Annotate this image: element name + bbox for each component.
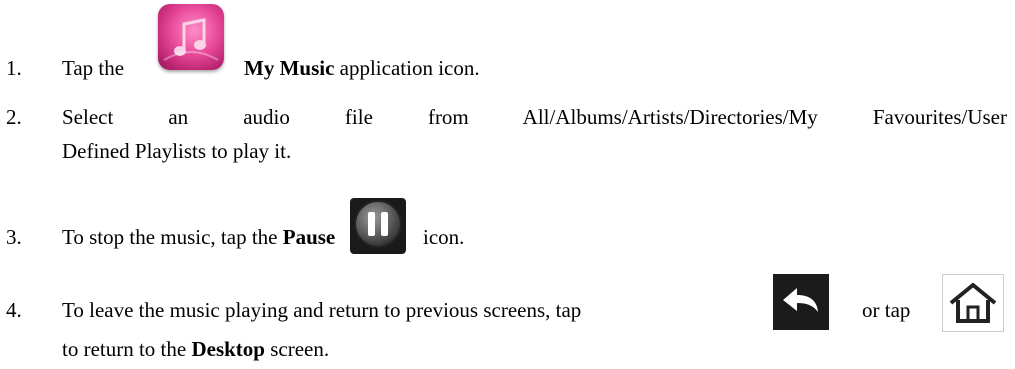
pause-label: Pause xyxy=(282,225,336,249)
step-number: 4. xyxy=(6,298,22,322)
step-4-text-between: or tap xyxy=(862,298,911,322)
home-icon xyxy=(942,274,1004,332)
step-1-text-before: Tap the xyxy=(62,56,125,80)
step-4-text-line2-before: to return to the xyxy=(62,337,187,361)
step-4-text-before: To leave the music playing and return to… xyxy=(62,298,582,322)
back-arrow-icon xyxy=(773,274,829,330)
step-2-line-2: Defined Playlists to play it. xyxy=(62,139,292,163)
step-number: 3. xyxy=(6,225,22,249)
pause-icon xyxy=(350,198,406,254)
step-3-text-after: icon. xyxy=(423,225,465,249)
step-1-text: Tap the xyxy=(62,56,124,81)
my-music-app-icon xyxy=(158,4,224,70)
step-number: 2. xyxy=(6,105,22,129)
desktop-label: Desktop xyxy=(191,337,265,361)
my-music-label: My Music xyxy=(244,56,335,80)
step-4-text-line2-after: screen. xyxy=(270,337,330,361)
step-number: 1. xyxy=(6,56,22,80)
step-2-line-1: Select an audio file from All/Albums/Art… xyxy=(62,105,1007,129)
step-1-text-after: application icon. xyxy=(339,56,480,80)
step-3-text-before: To stop the music, tap the xyxy=(62,225,278,249)
